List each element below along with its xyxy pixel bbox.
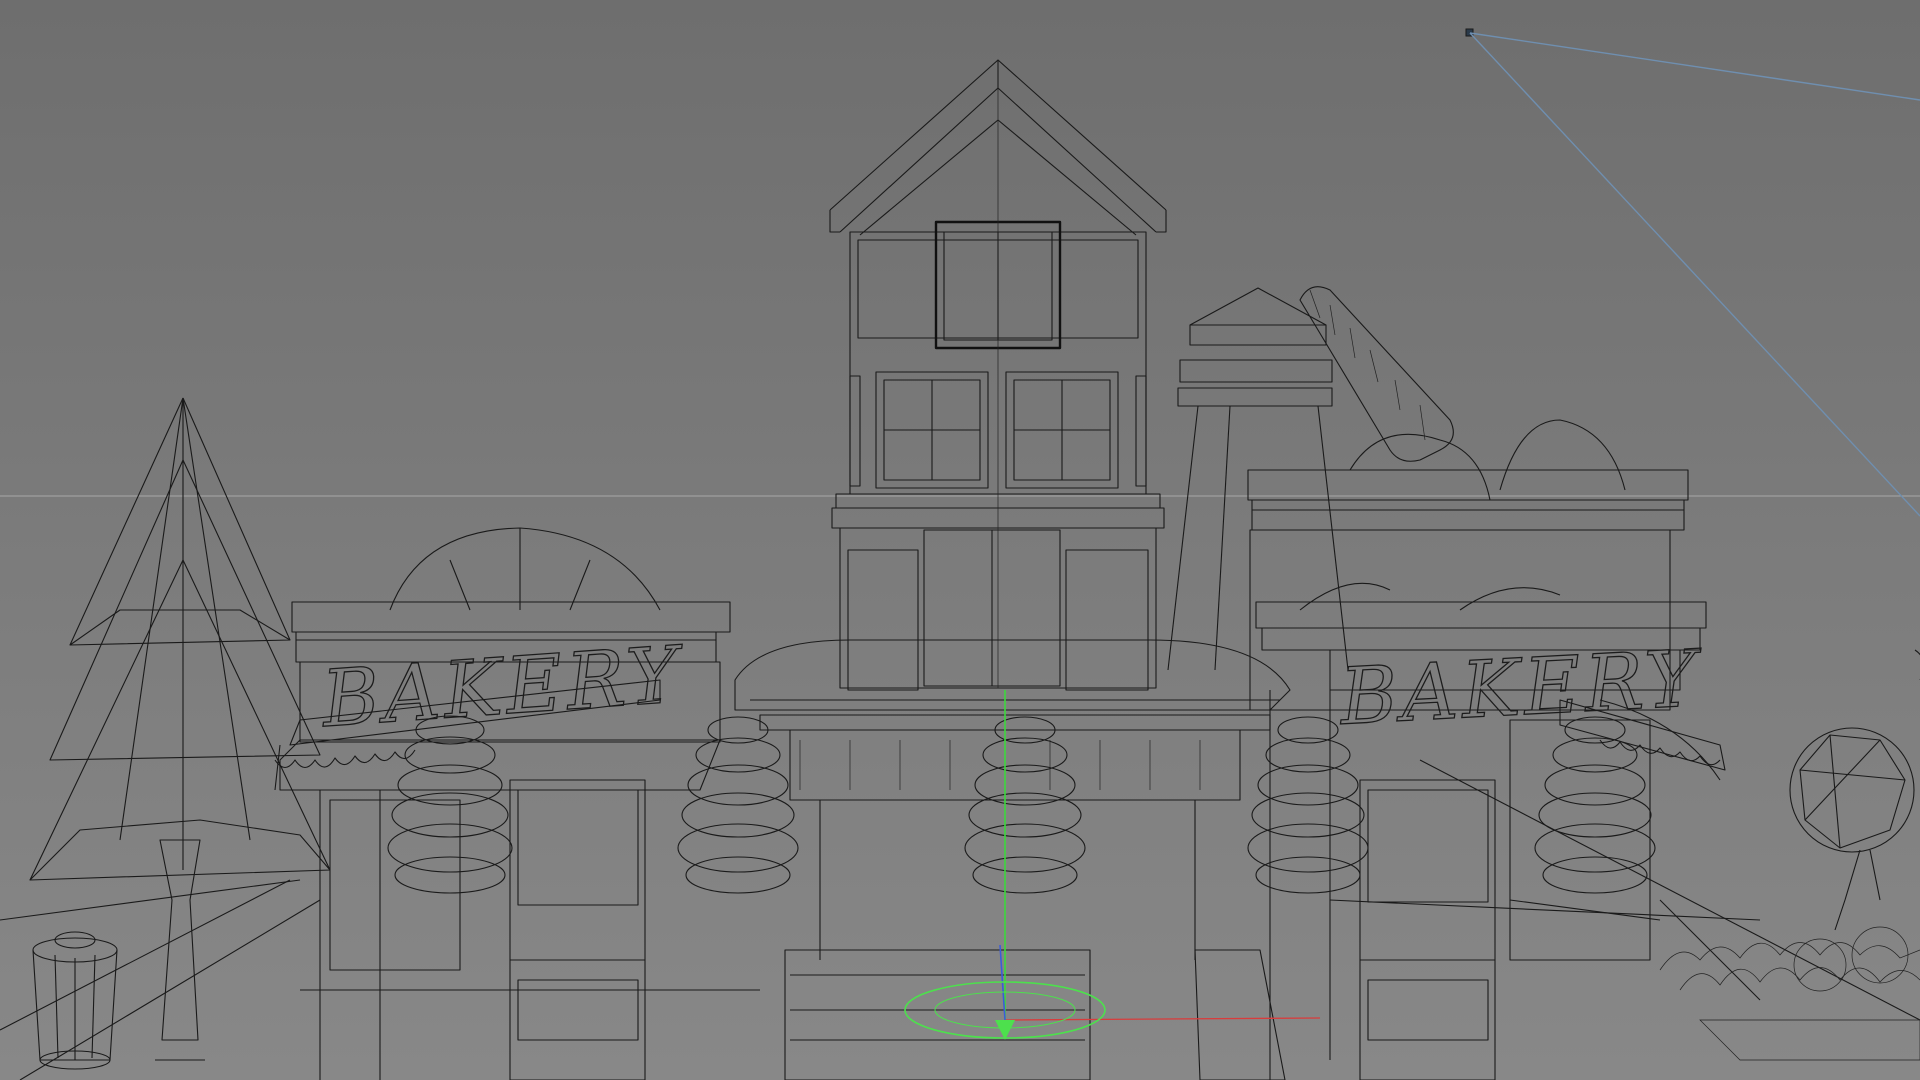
lamp-tower-model[interactable] <box>1167 287 1349 671</box>
3d-viewport[interactable]: BAKERY BAKERY <box>0 0 1920 1080</box>
gizmo-handle[interactable] <box>995 1020 1015 1040</box>
right-bakery-building[interactable] <box>1247 469 1920 1080</box>
center-awning[interactable] <box>734 639 1291 1080</box>
right-sign-text: BAKERY <box>1336 634 1705 743</box>
hedge-model[interactable] <box>1659 926 1920 1061</box>
camera-frustum[interactable] <box>1465 28 1920 517</box>
shrub-center[interactable] <box>964 716 1086 894</box>
shrub-left-2[interactable] <box>677 716 799 894</box>
round-tree-model[interactable] <box>1789 649 1920 931</box>
left-bakery-sign[interactable]: BAKERY <box>317 629 689 746</box>
shrub-right-1[interactable] <box>1247 716 1369 894</box>
wireframe-scene[interactable]: BAKERY BAKERY <box>0 0 1920 1080</box>
left-sign-text: BAKERY <box>317 630 688 745</box>
tower-model[interactable] <box>829 59 1167 691</box>
trash-can-model[interactable] <box>32 931 118 1070</box>
transform-gizmo[interactable] <box>904 690 1321 1040</box>
shrub-right-2[interactable] <box>1534 716 1656 894</box>
rolling-pin-model[interactable] <box>1299 286 1626 501</box>
right-bakery-sign[interactable]: BAKERY <box>1335 633 1706 743</box>
